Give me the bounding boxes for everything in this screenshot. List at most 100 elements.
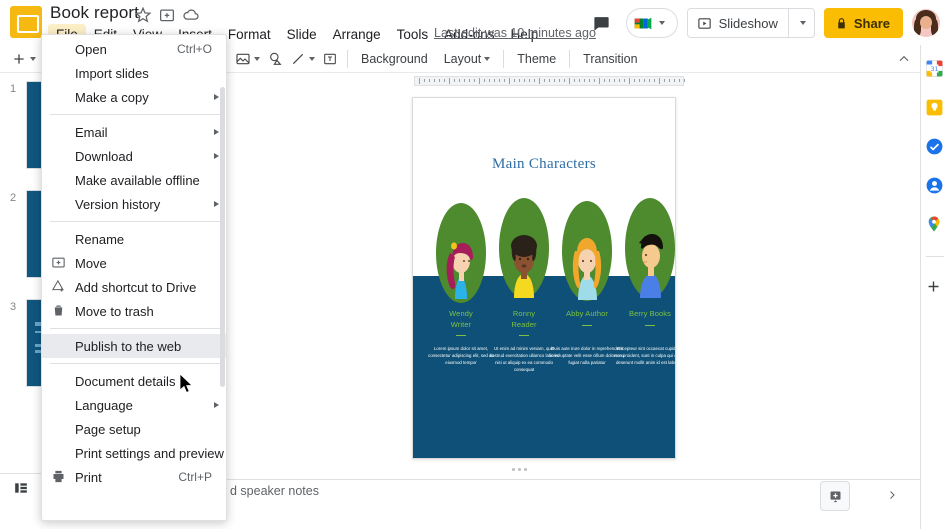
menu-item-make-available-offline[interactable]: Make available offline: [42, 168, 226, 192]
chevron-down-icon: [658, 21, 665, 25]
transition-button[interactable]: Transition: [575, 47, 645, 71]
menu-item-label: Make a copy: [75, 89, 149, 105]
user-avatar[interactable]: [912, 9, 940, 37]
menu-separator: [50, 328, 220, 329]
divider: [569, 49, 571, 68]
text-box-icon: [324, 53, 336, 64]
character-name[interactable]: Berry Books: [610, 308, 675, 319]
svg-text:31: 31: [930, 66, 938, 73]
name-divider: [456, 335, 466, 336]
menu-item-label: Print settings and preview: [75, 445, 224, 461]
collapse-toolbar-button[interactable]: [892, 47, 916, 71]
printer-icon: [51, 469, 67, 485]
file-menu-dropdown[interactable]: New Open Ctrl+O Import slides Make a cop…: [41, 34, 227, 521]
google-contacts-icon[interactable]: [925, 176, 945, 196]
last-edit-status[interactable]: Last edit was 10 minutes ago: [434, 26, 596, 40]
menu-item-label: Language: [75, 397, 133, 413]
menu-item-shortcut: Ctrl+O: [176, 42, 212, 56]
menu-item-email[interactable]: Email: [42, 120, 226, 144]
submenu-arrow-icon: [214, 402, 219, 408]
trash-icon: [51, 303, 67, 319]
add-shortcut-icon: [51, 279, 67, 295]
comment-history-icon[interactable]: [587, 8, 617, 38]
menu-item-add-shortcut-to-drive[interactable]: Add shortcut to Drive: [42, 275, 226, 299]
chevron-up-icon: [899, 55, 909, 61]
menu-item-label: Publish to the web: [75, 338, 182, 354]
move-to-folder-icon[interactable]: [158, 6, 176, 24]
get-add-ons-plus-icon[interactable]: [925, 278, 945, 298]
submenu-arrow-icon: [214, 94, 219, 100]
chevron-down-icon: [309, 56, 315, 61]
google-maps-icon[interactable]: [925, 215, 945, 235]
menu-item-language[interactable]: Language: [42, 393, 226, 417]
insert-image-button[interactable]: [232, 47, 263, 71]
layout-button[interactable]: Layout: [436, 47, 499, 71]
plus-icon: [14, 53, 24, 64]
menu-item-publish-to-the-web[interactable]: Publish to the web: [42, 334, 226, 358]
chevron-down-icon: [484, 56, 491, 61]
google-meet-button[interactable]: [625, 8, 678, 38]
chevron-right-icon: [890, 491, 895, 499]
insert-line-button[interactable]: [287, 47, 318, 71]
document-title[interactable]: Book report: [50, 3, 139, 23]
cloud-saved-icon[interactable]: [182, 6, 200, 24]
theme-button[interactable]: Theme: [509, 47, 564, 71]
layout-label: Layout: [443, 51, 482, 66]
menu-item-label: Rename: [75, 231, 125, 247]
menu-item-document-details[interactable]: Document details: [42, 369, 226, 393]
collapse-notes-button[interactable]: [886, 488, 898, 506]
menu-item-move-to-trash[interactable]: Move to trash: [42, 299, 226, 323]
slide-title[interactable]: Main Characters: [413, 156, 675, 173]
speaker-notes-placeholder: d speaker notes: [230, 484, 319, 498]
menu-item-label: Document details: [75, 373, 176, 389]
chevron-down-icon: [254, 56, 260, 61]
google-calendar-icon[interactable]: 31: [925, 59, 945, 79]
menu-item-open[interactable]: Open Ctrl+O: [42, 37, 226, 61]
menu-slide[interactable]: Slide: [279, 24, 325, 45]
menu-scrollbar[interactable]: [220, 87, 225, 387]
menu-item-page-setup[interactable]: Page setup: [42, 417, 226, 441]
menu-separator: [50, 363, 220, 364]
slides-app-window: Book report File Edit View Insert Format…: [0, 0, 948, 529]
menu-item-make-a-copy[interactable]: Make a copy: [42, 85, 226, 109]
menu-item-rename[interactable]: Rename: [42, 227, 226, 251]
slideshow-options-arrow[interactable]: [789, 21, 814, 25]
menu-item-label: Print: [75, 469, 102, 485]
current-slide[interactable]: Main Characters Wendy Writer Ronny Reade…: [412, 97, 676, 459]
background-button[interactable]: Background: [353, 47, 436, 71]
google-keep-icon[interactable]: [925, 98, 945, 118]
character-description[interactable]: Excepteur sint occaecat cupidatat non pr…: [610, 345, 675, 366]
filmstrip-view-icon[interactable]: [14, 481, 28, 495]
divider: [347, 49, 348, 68]
slideshow-button[interactable]: Slideshow: [686, 8, 815, 38]
notes-resize-handle[interactable]: [512, 467, 530, 473]
menu-item-version-history[interactable]: Version history: [42, 192, 226, 216]
top-bar-actions: Slideshow Share: [587, 4, 940, 42]
divider: [925, 256, 944, 257]
menu-tools[interactable]: Tools: [389, 24, 437, 45]
insert-shape-button[interactable]: [263, 47, 287, 71]
menu-arrange[interactable]: Arrange: [325, 24, 389, 45]
insert-text-box-button[interactable]: [318, 47, 342, 71]
slide-number: 2: [10, 192, 17, 204]
slideshow-label: Slideshow: [718, 15, 778, 31]
menu-item-import-slides[interactable]: Import slides: [42, 61, 226, 85]
menu-item-label: Email: [75, 124, 108, 140]
share-button[interactable]: Share: [823, 8, 903, 38]
expand-notes-button[interactable]: [820, 481, 850, 511]
submenu-arrow-icon: [214, 153, 219, 159]
expand-notes-icon: [830, 491, 840, 502]
slide-number: 3: [10, 301, 17, 313]
add-slide-button[interactable]: [8, 47, 39, 71]
google-tasks-icon[interactable]: [925, 137, 945, 157]
star-icon[interactable]: [134, 6, 152, 24]
menu-item-print[interactable]: Print Ctrl+P: [42, 465, 226, 489]
line-icon: [292, 53, 304, 64]
menu-item-move[interactable]: Move: [42, 251, 226, 275]
menu-item-download[interactable]: Download: [42, 144, 226, 168]
name-divider: [582, 325, 592, 326]
menu-item-print-settings-and-preview[interactable]: Print settings and preview: [42, 441, 226, 465]
slides-logo-icon[interactable]: [10, 6, 42, 38]
menu-format[interactable]: Format: [220, 24, 279, 45]
character-illustration-wendy: [446, 242, 473, 299]
